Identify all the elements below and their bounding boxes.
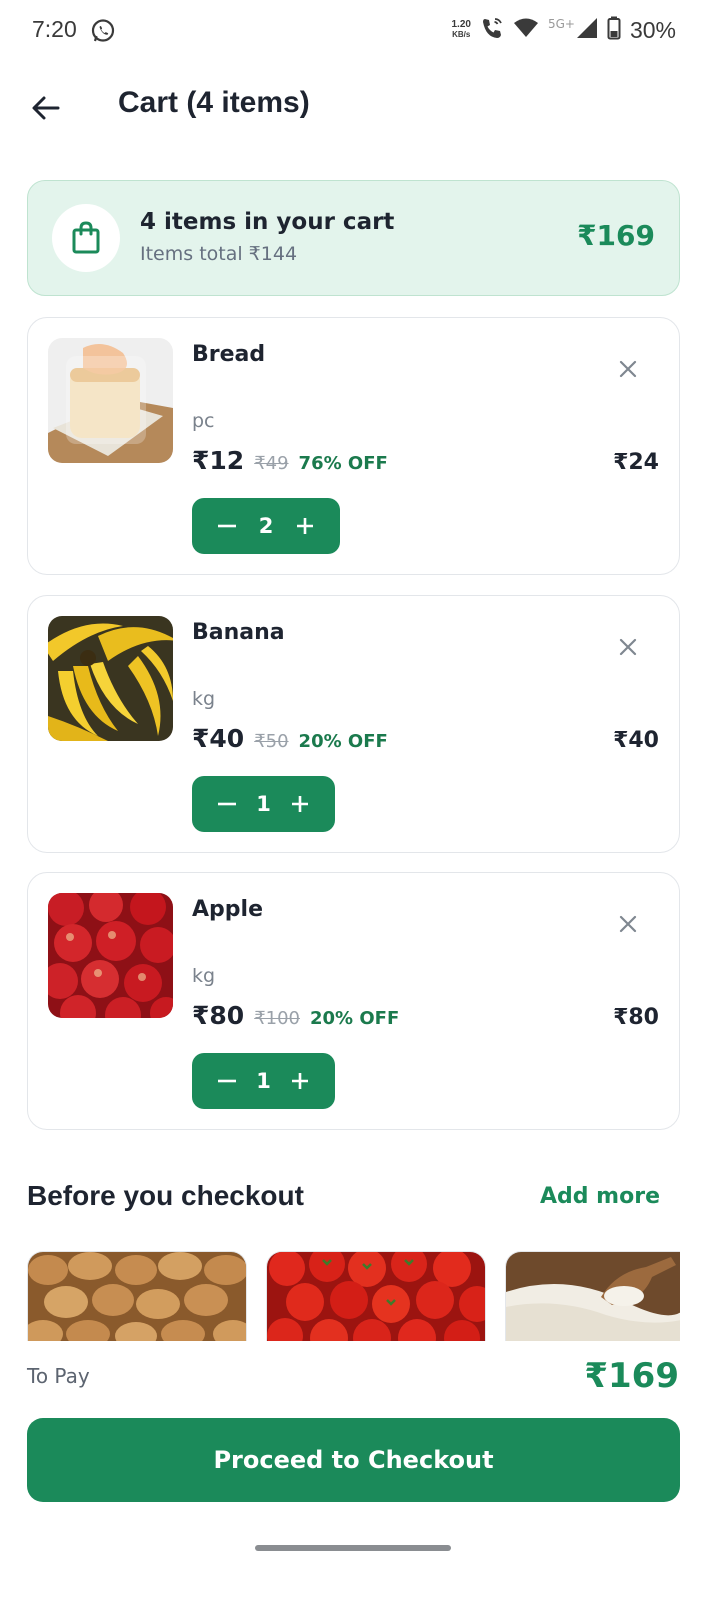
close-icon [619,638,637,656]
remove-item-button[interactable] [613,632,643,662]
minus-icon [218,802,236,806]
item-mrp: ₹50 [254,731,289,752]
to-pay-amount: ₹169 [584,1356,679,1396]
cart-item-banana: Banana kg ₹40 ₹50 20% OFF ₹40 1 [27,595,680,853]
decrease-quantity-button[interactable] [214,791,240,817]
banana-image [48,616,173,741]
suggestion-potato[interactable] [27,1251,247,1341]
close-icon [619,915,637,933]
close-icon [619,360,637,378]
item-line-total: ₹24 [613,450,659,475]
wifi-call-icon [480,16,504,44]
add-more-link[interactable]: Add more [540,1184,660,1209]
suggestion-rice[interactable] [505,1251,680,1341]
suggestions-title: Before you checkout [27,1180,304,1211]
wifi-icon [513,17,539,43]
price-row: ₹12 ₹49 76% OFF [192,446,388,475]
summary-subtitle: Items total ₹144 [140,243,298,265]
discount-badge: 20% OFF [298,731,388,752]
minus-icon [218,524,236,528]
plus-icon [297,518,313,534]
item-price: ₹40 [192,724,245,753]
proceed-to-checkout-button[interactable]: Proceed to Checkout [27,1418,680,1502]
back-arrow-icon [32,96,60,120]
summary-title: 4 items in your cart [140,209,395,235]
network-type: 5G+ [547,17,575,31]
increase-quantity-button[interactable] [287,791,313,817]
item-mrp: ₹100 [254,1008,300,1029]
bread-image [48,338,173,463]
plus-icon [292,796,308,812]
discount-badge: 76% OFF [298,453,388,474]
item-name: Apple [192,897,263,922]
minus-icon [218,1079,236,1083]
suggestion-tomato[interactable] [266,1251,486,1341]
status-icons: 1.20 KB/s 5G+ 30% [451,14,676,46]
item-name: Bread [192,342,266,367]
decrease-quantity-button[interactable] [214,513,240,539]
shopping-bag-icon [52,204,120,272]
item-line-total: ₹80 [613,1005,659,1030]
checkout-button-label: Proceed to Checkout [213,1446,494,1474]
apple-image [48,893,173,1018]
item-line-total: ₹40 [613,728,659,753]
quantity-stepper: 2 [192,498,340,554]
rice-image [506,1252,680,1341]
quantity-value: 1 [256,792,271,816]
discount-badge: 20% OFF [310,1008,400,1029]
back-button[interactable] [22,84,70,132]
potato-image [28,1252,246,1341]
battery-level: 30% [629,16,676,43]
status-bar: 7:20 1.20 KB/s 5G+ 30% [0,0,720,62]
to-pay-label: To Pay [27,1364,90,1388]
price-row: ₹80 ₹100 20% OFF [192,1001,399,1030]
network-speed-unit: KB/s [452,30,471,39]
status-time: 7:20 [32,16,77,42]
cart-summary: 4 items in your cart Items total ₹144 ₹1… [27,180,680,296]
whatsapp-icon [90,18,116,44]
cart-item-apple: Apple kg ₹80 ₹100 20% OFF ₹80 1 [27,872,680,1130]
increase-quantity-button[interactable] [287,1068,313,1094]
quantity-stepper: 1 [192,1053,335,1109]
battery-icon [607,16,621,44]
page-title: Cart (4 items) [118,86,310,119]
decrease-quantity-button[interactable] [214,1068,240,1094]
remove-item-button[interactable] [613,354,643,384]
item-price: ₹12 [192,446,245,475]
plus-icon [292,1073,308,1089]
item-unit: pc [192,410,215,432]
quantity-value: 1 [256,1069,271,1093]
network-speed-value: 1.20 [451,19,471,30]
quantity-stepper: 1 [192,776,335,832]
home-indicator[interactable] [255,1545,451,1551]
item-mrp: ₹49 [254,453,289,474]
network-speed: 1.20 KB/s [451,20,470,40]
cart-item-bread: Bread pc ₹12 ₹49 76% OFF ₹24 2 [27,317,680,575]
item-unit: kg [192,688,216,710]
summary-total: ₹169 [577,219,655,252]
increase-quantity-button[interactable] [292,513,318,539]
tomato-image [267,1252,485,1341]
item-price: ₹80 [192,1001,245,1030]
item-unit: kg [192,965,216,987]
remove-item-button[interactable] [613,909,643,939]
signal-icon [576,17,598,43]
price-row: ₹40 ₹50 20% OFF [192,724,388,753]
item-name: Banana [192,620,285,645]
quantity-value: 2 [258,514,274,538]
